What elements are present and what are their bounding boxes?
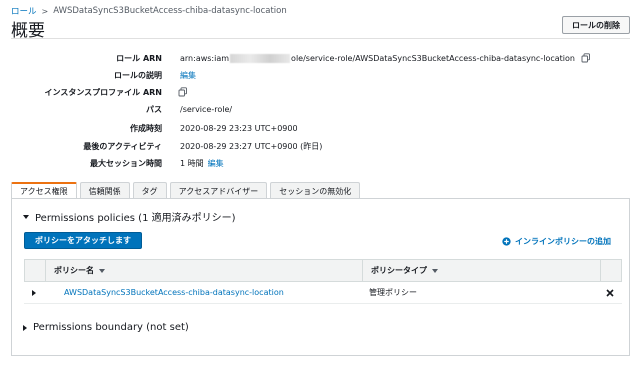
permissions-boundary-header: Permissions boundary (not set): [33, 322, 189, 333]
column-actions: [600, 260, 622, 281]
redacted-account-id: [230, 53, 291, 63]
row-role-description: ロールの説明 編集: [0, 69, 640, 81]
permissions-policies-header: Permissions policies (1 適用済みポリシー): [35, 213, 236, 224]
permissions-policies-toggle[interactable]: Permissions policies (1 適用済みポリシー): [23, 209, 236, 224]
copy-icon[interactable]: [178, 87, 188, 97]
role-arn-suffix: ole/service-role/AWSDataSyncS3BucketAcce…: [291, 53, 575, 63]
permissions-panel: Permissions policies (1 適用済みポリシー) ポリシーをア…: [11, 198, 630, 356]
tab-revoke-sessions[interactable]: セッションの無効化: [270, 182, 361, 199]
title-divider: [11, 38, 630, 39]
copy-icon[interactable]: [581, 53, 591, 63]
row-role-arn: ロール ARN arn:aws:iam ole/service-role/AWS…: [0, 52, 640, 64]
row-last-activity: 最後のアクティビティ 2020-08-29 23:27 UTC+0900 (昨日…: [0, 140, 640, 152]
column-policy-type[interactable]: ポリシータイプ: [362, 260, 600, 281]
role-arn-prefix: arn:aws:iam: [180, 53, 230, 63]
plus-circle-icon: [502, 237, 511, 246]
caret-right-icon: [32, 289, 36, 296]
delete-role-button[interactable]: ロールの削除: [562, 16, 630, 34]
column-policy-name[interactable]: ポリシー名: [45, 260, 362, 281]
breadcrumb-current: AWSDataSyncS3BucketAccess-chiba-datasync…: [53, 6, 287, 16]
instance-profile-label: インスタンスプロファイル ARN: [44, 87, 162, 97]
detach-policy-button[interactable]: [606, 282, 614, 303]
tab-trust-relationships[interactable]: 信頼関係: [79, 182, 130, 199]
role-arn-label: ロール ARN: [116, 53, 162, 63]
caret-right-icon: [23, 324, 27, 331]
permissions-boundary-toggle[interactable]: Permissions boundary (not set): [23, 322, 189, 333]
attach-policy-button[interactable]: ポリシーをアタッチします: [24, 232, 142, 249]
max-session-value: 1 時間: [180, 158, 204, 168]
role-description-label: ロールの説明: [114, 70, 162, 80]
add-inline-policy-link[interactable]: インラインポリシーの追加: [502, 236, 611, 247]
tab-access-advisor[interactable]: アクセスアドバイザー: [169, 182, 268, 199]
table-header: ポリシー名 ポリシータイプ: [24, 259, 622, 282]
edit-max-session-link[interactable]: 編集: [208, 158, 224, 169]
sort-caret-icon: [99, 268, 105, 273]
last-activity-label: 最後のアクティビティ: [83, 141, 162, 151]
sort-caret-icon: [432, 268, 438, 273]
policy-name-cell: AWSDataSyncS3BucketAccess-chiba-datasync…: [64, 282, 284, 303]
tab-bar: アクセス権限 信頼関係 タグ アクセスアドバイザー セッションの無効化: [11, 182, 363, 199]
path-label: パス: [146, 104, 162, 114]
row-path: パス /service-role/: [0, 103, 640, 115]
tab-tags[interactable]: タグ: [132, 182, 167, 199]
policy-name-link[interactable]: AWSDataSyncS3BucketAccess-chiba-datasync…: [64, 288, 284, 297]
breadcrumb: ロール > AWSDataSyncS3BucketAccess-chiba-da…: [11, 5, 287, 17]
table-row: AWSDataSyncS3BucketAccess-chiba-datasync…: [24, 282, 622, 304]
role-arn-value: arn:aws:iam ole/service-role/AWSDataSync…: [180, 53, 591, 63]
policy-type-cell: 管理ポリシー: [369, 288, 417, 297]
max-session-label: 最大セッション時間: [90, 158, 162, 168]
column-policy-name-label: ポリシー名: [54, 266, 94, 275]
edit-description-link[interactable]: 編集: [180, 70, 196, 81]
created-value: 2020-08-29 23:23 UTC+0900: [180, 123, 298, 133]
path-value: /service-role/: [180, 104, 233, 114]
column-policy-type-label: ポリシータイプ: [371, 266, 427, 275]
caret-down-icon: [23, 214, 29, 219]
policies-table: ポリシー名 ポリシータイプ AWSDataSyncS3BucketAccess-…: [24, 259, 622, 304]
row-max-session: 最大セッション時間 1 時間 編集: [0, 157, 640, 169]
tab-permissions[interactable]: アクセス権限: [11, 182, 77, 199]
add-inline-policy-label: インラインポリシーの追加: [515, 237, 611, 246]
expand-row-toggle[interactable]: [32, 282, 36, 303]
x-icon: [606, 288, 614, 297]
breadcrumb-separator: >: [41, 6, 49, 16]
last-activity-value: 2020-08-29 23:27 UTC+0900 (昨日): [180, 141, 323, 151]
created-label: 作成時刻: [130, 123, 162, 133]
row-instance-profile: インスタンスプロファイル ARN: [0, 86, 640, 98]
row-created: 作成時刻 2020-08-29 23:23 UTC+0900: [0, 122, 640, 134]
